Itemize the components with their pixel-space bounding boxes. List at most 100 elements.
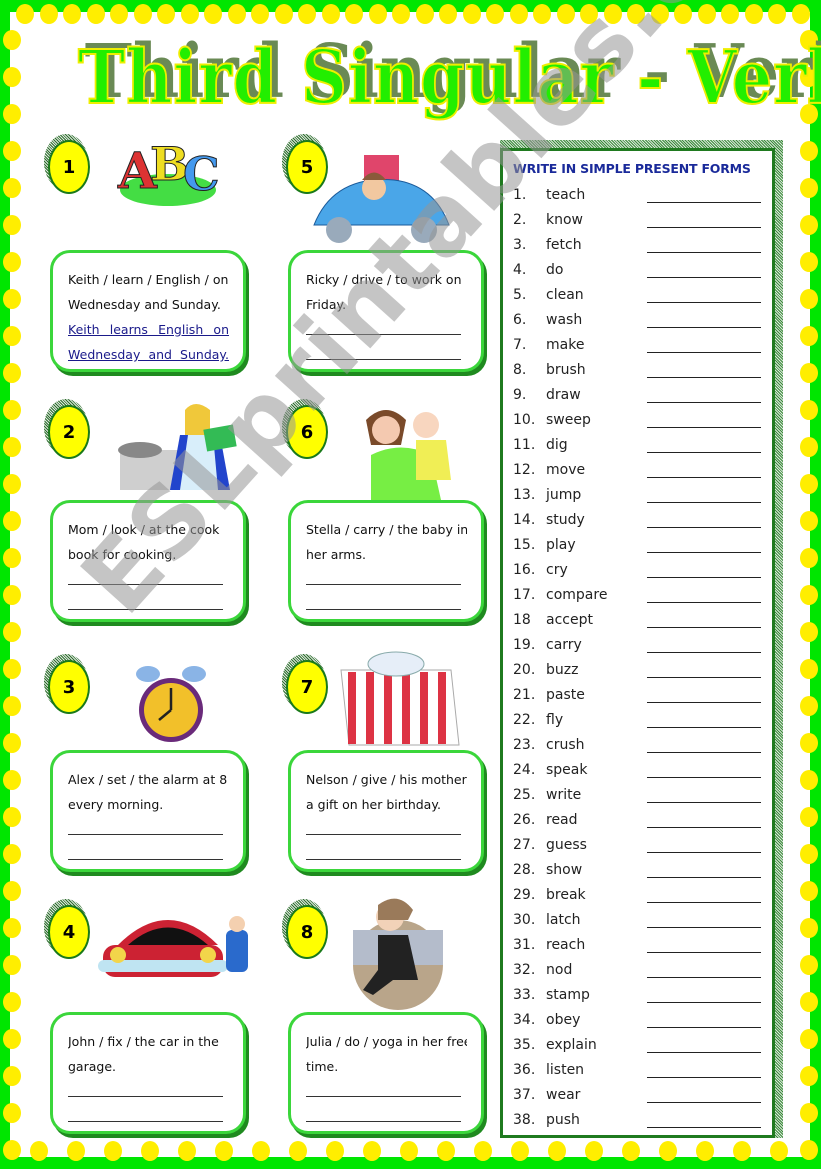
verb-row: 38. push — [513, 1109, 763, 1134]
verb-answer-blank[interactable] — [647, 902, 761, 903]
verb-number: 20. — [513, 662, 536, 678]
exercise-number: 7 — [286, 660, 328, 714]
border-dot — [3, 955, 21, 975]
verb-answer-blank[interactable] — [647, 802, 761, 803]
verb-number: 21. — [513, 687, 536, 703]
answer-blank[interactable] — [306, 567, 467, 592]
verb-answer-blank[interactable] — [647, 777, 761, 778]
answer-blank[interactable] — [68, 817, 229, 842]
verb-number: 16. — [513, 562, 536, 578]
verb-answer-blank[interactable] — [647, 927, 761, 928]
verb-word: move — [546, 462, 586, 478]
verb-answer-blank[interactable] — [647, 652, 761, 653]
verb-answer-blank[interactable] — [647, 402, 761, 403]
verb-number: 10. — [513, 412, 536, 428]
verb-answer-blank[interactable] — [647, 677, 761, 678]
example-answer-line: Keith learns English on — [68, 322, 229, 337]
mom-cooking-picture — [100, 395, 240, 500]
verb-answer-blank[interactable] — [647, 852, 761, 853]
verb-row: 1. teach — [513, 184, 763, 209]
verb-answer-blank[interactable] — [647, 552, 761, 553]
answer-blank[interactable] — [306, 817, 467, 842]
border-dot — [800, 215, 818, 235]
prompt-line: Mom / look / at the cook — [68, 522, 220, 537]
verb-word: latch — [546, 912, 581, 928]
border-dot — [674, 4, 692, 24]
verb-word: guess — [546, 837, 587, 853]
verb-word: show — [546, 862, 583, 878]
verb-answer-blank[interactable] — [647, 752, 761, 753]
answer-blank[interactable] — [306, 592, 467, 617]
verb-answer-blank[interactable] — [647, 477, 761, 478]
border-dot — [697, 4, 716, 24]
mother-baby-picture — [356, 400, 466, 510]
verb-answer-blank[interactable] — [647, 702, 761, 703]
verb-answer-blank[interactable] — [647, 452, 761, 453]
verb-answer-blank[interactable] — [647, 277, 761, 278]
verb-answer-blank[interactable] — [647, 1002, 761, 1003]
border-dot — [439, 4, 457, 24]
verb-row: 32. nod — [513, 959, 763, 984]
answer-blank[interactable] — [306, 342, 467, 367]
answer-blank[interactable] — [68, 1079, 229, 1104]
border-dot — [3, 1066, 21, 1086]
verb-answer-blank[interactable] — [647, 252, 761, 253]
verb-answer-blank[interactable] — [647, 377, 761, 378]
verb-answer-blank[interactable] — [647, 577, 761, 578]
answer-blank[interactable] — [68, 567, 229, 592]
answer-blank[interactable] — [306, 1079, 467, 1104]
verb-answer-blank[interactable] — [647, 1077, 761, 1078]
exercise-number-badge: 4 — [44, 899, 92, 961]
border-dot — [3, 474, 21, 494]
answer-blank[interactable] — [306, 317, 467, 342]
verb-answer-blank[interactable] — [647, 302, 761, 303]
verb-row: 7. make — [513, 334, 763, 359]
verb-row: 24. speak — [513, 759, 763, 784]
verb-answer-blank[interactable] — [647, 827, 761, 828]
prompt-line: time. — [306, 1059, 339, 1074]
verb-number: 22. — [513, 712, 536, 728]
verb-answer-blank[interactable] — [647, 952, 761, 953]
verb-answer-blank[interactable] — [647, 427, 761, 428]
prompt-line: Friday. — [306, 297, 347, 312]
border-dot — [3, 1029, 21, 1049]
verb-answer-blank[interactable] — [647, 527, 761, 528]
border-dot — [110, 4, 128, 24]
border-dot — [3, 363, 21, 383]
answer-blank[interactable] — [68, 592, 229, 617]
verb-answer-blank[interactable] — [647, 877, 761, 878]
verb-answer-blank[interactable] — [647, 327, 761, 328]
verb-row: 8. brush — [513, 359, 763, 384]
exercise-card: Mom / look / at the cook book for cooking… — [50, 500, 246, 622]
border-dot — [3, 326, 21, 346]
prompt-line: Alex / set / the alarm at 8 — [68, 772, 228, 787]
border-dot — [800, 1103, 818, 1123]
verb-answer-blank[interactable] — [647, 202, 761, 203]
answer-blank[interactable] — [68, 842, 229, 867]
verb-word: fetch — [546, 237, 582, 253]
verb-answer-blank[interactable] — [647, 502, 761, 503]
verb-answer-blank[interactable] — [647, 977, 761, 978]
verb-word: sweep — [546, 412, 591, 428]
verb-word: buzz — [546, 662, 579, 678]
verb-answer-blank[interactable] — [647, 627, 761, 628]
answer-blank[interactable] — [306, 1104, 467, 1129]
verb-answer-blank[interactable] — [647, 1027, 761, 1028]
verb-answer-blank[interactable] — [647, 1052, 761, 1053]
verb-answer-blank[interactable] — [647, 602, 761, 603]
verb-word: study — [546, 512, 585, 528]
verb-word: dig — [546, 437, 568, 453]
verb-answer-blank[interactable] — [647, 1102, 761, 1103]
verb-answer-blank[interactable] — [647, 227, 761, 228]
verb-row: 9. draw — [513, 384, 763, 409]
verb-answer-blank[interactable] — [647, 727, 761, 728]
verb-answer-blank[interactable] — [647, 1127, 761, 1128]
verb-list-box: WRITE IN SIMPLE PRESENT FORMS 1. teach 2. k… — [500, 148, 775, 1138]
border-dot — [215, 1141, 233, 1161]
border-dot — [580, 4, 598, 24]
answer-blank[interactable] — [68, 1104, 229, 1129]
exercise-number-badge: 7 — [282, 654, 330, 716]
verb-answer-blank[interactable] — [647, 352, 761, 353]
answer-blank[interactable] — [306, 842, 467, 867]
border-dot — [800, 1140, 818, 1160]
